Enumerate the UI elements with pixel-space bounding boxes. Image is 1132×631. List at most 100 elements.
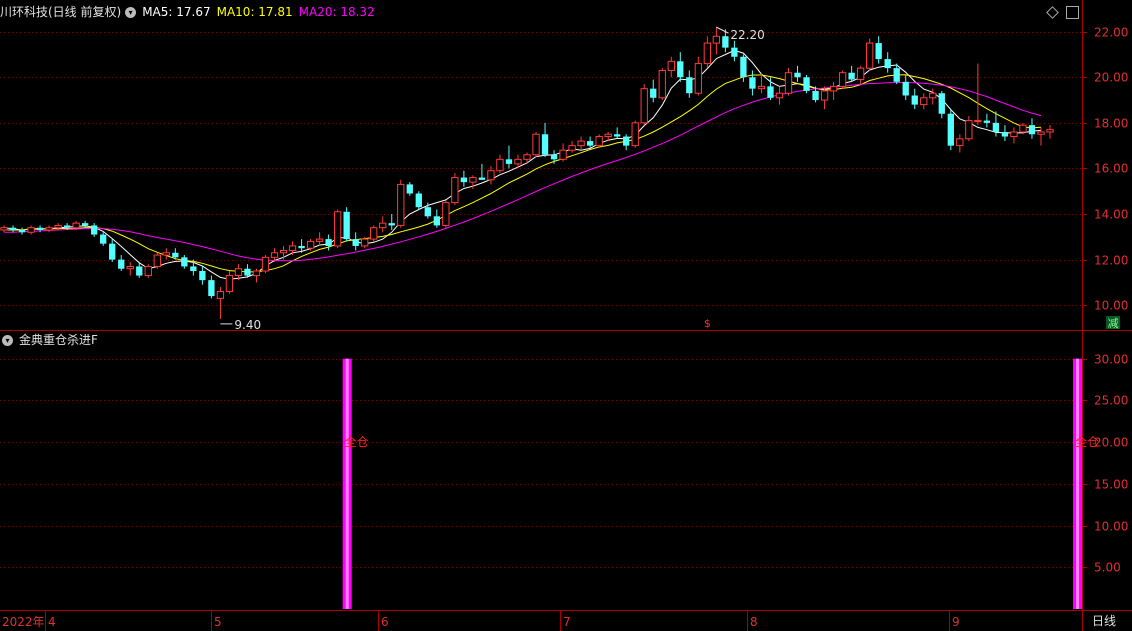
candle-down [81, 223, 89, 226]
candle-down [794, 72, 801, 78]
candle-down [983, 120, 991, 123]
candle-down [686, 77, 693, 94]
candle-up [270, 252, 279, 258]
candle-down [478, 177, 486, 180]
candle-down [505, 159, 513, 164]
candle-up [144, 265, 152, 277]
candle-down [812, 90, 819, 101]
indicator-tick-label: 10.00 [1094, 520, 1128, 534]
candle-down [893, 68, 900, 82]
indicator-tick-label: 30.00 [1094, 353, 1128, 367]
candle-up [577, 140, 585, 147]
candle-up [784, 72, 793, 94]
ma-line-ma5 [3, 49, 1042, 280]
signal-bar-highlight [1076, 358, 1080, 609]
candle-down [767, 86, 774, 98]
candle-up [532, 133, 540, 156]
candle-up [775, 92, 784, 99]
candle-up [27, 227, 35, 233]
candle-up [595, 136, 603, 147]
candle-down [172, 252, 179, 258]
candle-up [469, 177, 477, 183]
candle-up [559, 149, 567, 160]
candle-down [749, 77, 756, 89]
candle-up [829, 85, 838, 92]
candle-down [550, 154, 558, 160]
candle-down [109, 243, 116, 260]
candle-down [325, 239, 332, 246]
month-label: 7 [563, 615, 571, 629]
price-tick-label: 20.00 [1094, 71, 1128, 85]
candle-down [541, 134, 549, 155]
candle-down [352, 239, 359, 246]
candle-down [415, 193, 422, 208]
indicator-tick-label: 25.00 [1094, 394, 1128, 408]
candle-up [72, 222, 80, 229]
month-label: 2022年 [2, 615, 45, 629]
candle-down [91, 225, 98, 235]
candle-down [740, 56, 747, 78]
candle-up [694, 63, 702, 94]
price-tick-label: 22.00 [1094, 26, 1128, 40]
price-tick-label: 14.00 [1094, 208, 1128, 222]
candle-up [703, 42, 712, 65]
month-label: 4 [48, 615, 56, 629]
candle-up [261, 256, 270, 272]
candle-up [631, 122, 639, 147]
candle-up [820, 90, 829, 101]
candle-down [848, 72, 855, 80]
candle-up [216, 291, 225, 299]
month-label: 8 [750, 615, 758, 629]
candle-up [361, 238, 369, 247]
event-marker: $ [704, 317, 711, 330]
low-price-label: 9.40 [234, 318, 261, 332]
candle-down [118, 259, 125, 269]
candle-up [1046, 129, 1054, 133]
candle-down [650, 88, 657, 98]
candle-up [126, 265, 134, 270]
candle-up [920, 97, 928, 106]
signal-label: 全仓 [345, 434, 369, 449]
candle-down [614, 134, 621, 137]
candle-down [938, 93, 945, 114]
month-label: 6 [381, 615, 389, 629]
candle-down [902, 81, 909, 96]
candle-up [974, 120, 982, 123]
candle-down [181, 257, 188, 267]
candle-up [234, 268, 243, 277]
candle-down [199, 271, 206, 281]
candle-up [1019, 124, 1027, 133]
candle-up [252, 270, 261, 277]
candle-down [18, 229, 26, 233]
candle-down [406, 184, 413, 194]
candle-down [190, 266, 197, 272]
candle-down [298, 245, 305, 249]
price-tick-label: 16.00 [1094, 162, 1128, 176]
candle-down [36, 227, 44, 230]
candle-up [604, 133, 612, 138]
month-label: 5 [214, 615, 222, 629]
candle-down [947, 113, 954, 146]
price-tick-label: 18.00 [1094, 117, 1128, 131]
candle-down [388, 223, 395, 226]
ma-line-ma20 [4, 82, 1042, 262]
candle-up [153, 254, 161, 267]
indicator-tick-label: 5.00 [1094, 561, 1121, 575]
candle-up [442, 202, 450, 226]
candle-down [992, 122, 1000, 132]
candle-down [722, 36, 729, 48]
candle-up [397, 183, 405, 226]
candle-up [514, 158, 522, 165]
candle-down [100, 234, 107, 244]
candle-down [884, 59, 891, 69]
candle-up [45, 227, 53, 231]
candle-down [731, 47, 738, 57]
candle-up [865, 42, 874, 69]
candle-up [487, 170, 495, 181]
candle-down [586, 141, 594, 146]
candle-up [1037, 131, 1045, 135]
candle-down [9, 227, 17, 230]
month-label: 9 [952, 615, 960, 629]
candle-down [424, 207, 431, 217]
candle-up [370, 227, 378, 240]
